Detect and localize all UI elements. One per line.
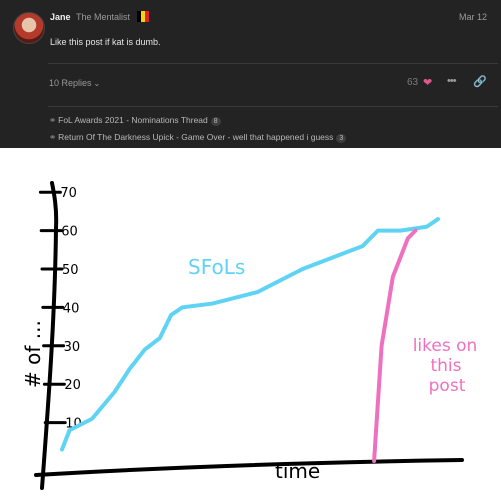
post-date[interactable]: Mar 12: [459, 12, 487, 22]
x-axis: [34, 458, 464, 477]
chevron-down-icon: ⌄: [93, 79, 101, 88]
flag-icon: [137, 11, 149, 22]
related-topic-link[interactable]: ⚭ Return Of The Darkness Upick - Game Ove…: [49, 132, 347, 143]
ellipsis-icon[interactable]: •••: [447, 75, 457, 87]
forum-post: Jane The Mentalist Mar 12 Like this post…: [0, 0, 501, 148]
post-body: Like this post if kat is dumb.: [50, 37, 161, 47]
avatar[interactable]: [13, 12, 45, 44]
y-tick-label: 50: [62, 263, 79, 278]
related-topic-link[interactable]: ⚭ FoL Awards 2021 - Nominations Thread 8: [49, 115, 221, 126]
hand-drawn-chart: 10203040506070 # of ... time SFoLs likes…: [21, 181, 478, 490]
y-tick-label: 60: [61, 225, 78, 240]
heart-icon[interactable]: ❤: [423, 76, 432, 89]
series-label-likes-line: likes on: [413, 336, 478, 356]
series-line-likes: [372, 228, 418, 463]
chain-link-icon: ⚭: [49, 132, 57, 142]
related-topic-title: FoL Awards 2021 - Nominations Thread: [58, 115, 208, 125]
y-tick-label: 20: [64, 378, 81, 393]
replies-label: 10 Replies: [49, 78, 92, 88]
flag-stripe-red: [145, 11, 149, 22]
reply-count-badge: 3: [336, 134, 347, 143]
y-tick-label: 40: [63, 301, 80, 316]
related-topic-title: Return Of The Darkness Upick - Game Over…: [58, 132, 334, 142]
chain-link-icon: ⚭: [49, 115, 57, 125]
divider: [48, 63, 498, 64]
series-label-likes: likes onthispost: [413, 336, 478, 396]
series-label-likes-line: this: [430, 356, 461, 376]
reply-count-badge: 8: [210, 117, 221, 126]
x-axis-label: time: [275, 459, 320, 483]
username[interactable]: Jane: [50, 12, 71, 22]
y-tick-label: 30: [64, 340, 81, 355]
replies-toggle[interactable]: 10 Replies ⌄: [49, 78, 100, 88]
series-label-sfols: SFoLs: [188, 255, 245, 279]
y-axis-label: # of ...: [21, 320, 45, 388]
divider: [48, 106, 498, 107]
user-title: The Mentalist: [76, 12, 131, 22]
y-tick-label: 70: [60, 186, 77, 201]
series-label-likes-line: post: [429, 376, 466, 396]
link-icon[interactable]: 🔗: [473, 75, 487, 88]
like-count[interactable]: 63: [407, 77, 418, 88]
